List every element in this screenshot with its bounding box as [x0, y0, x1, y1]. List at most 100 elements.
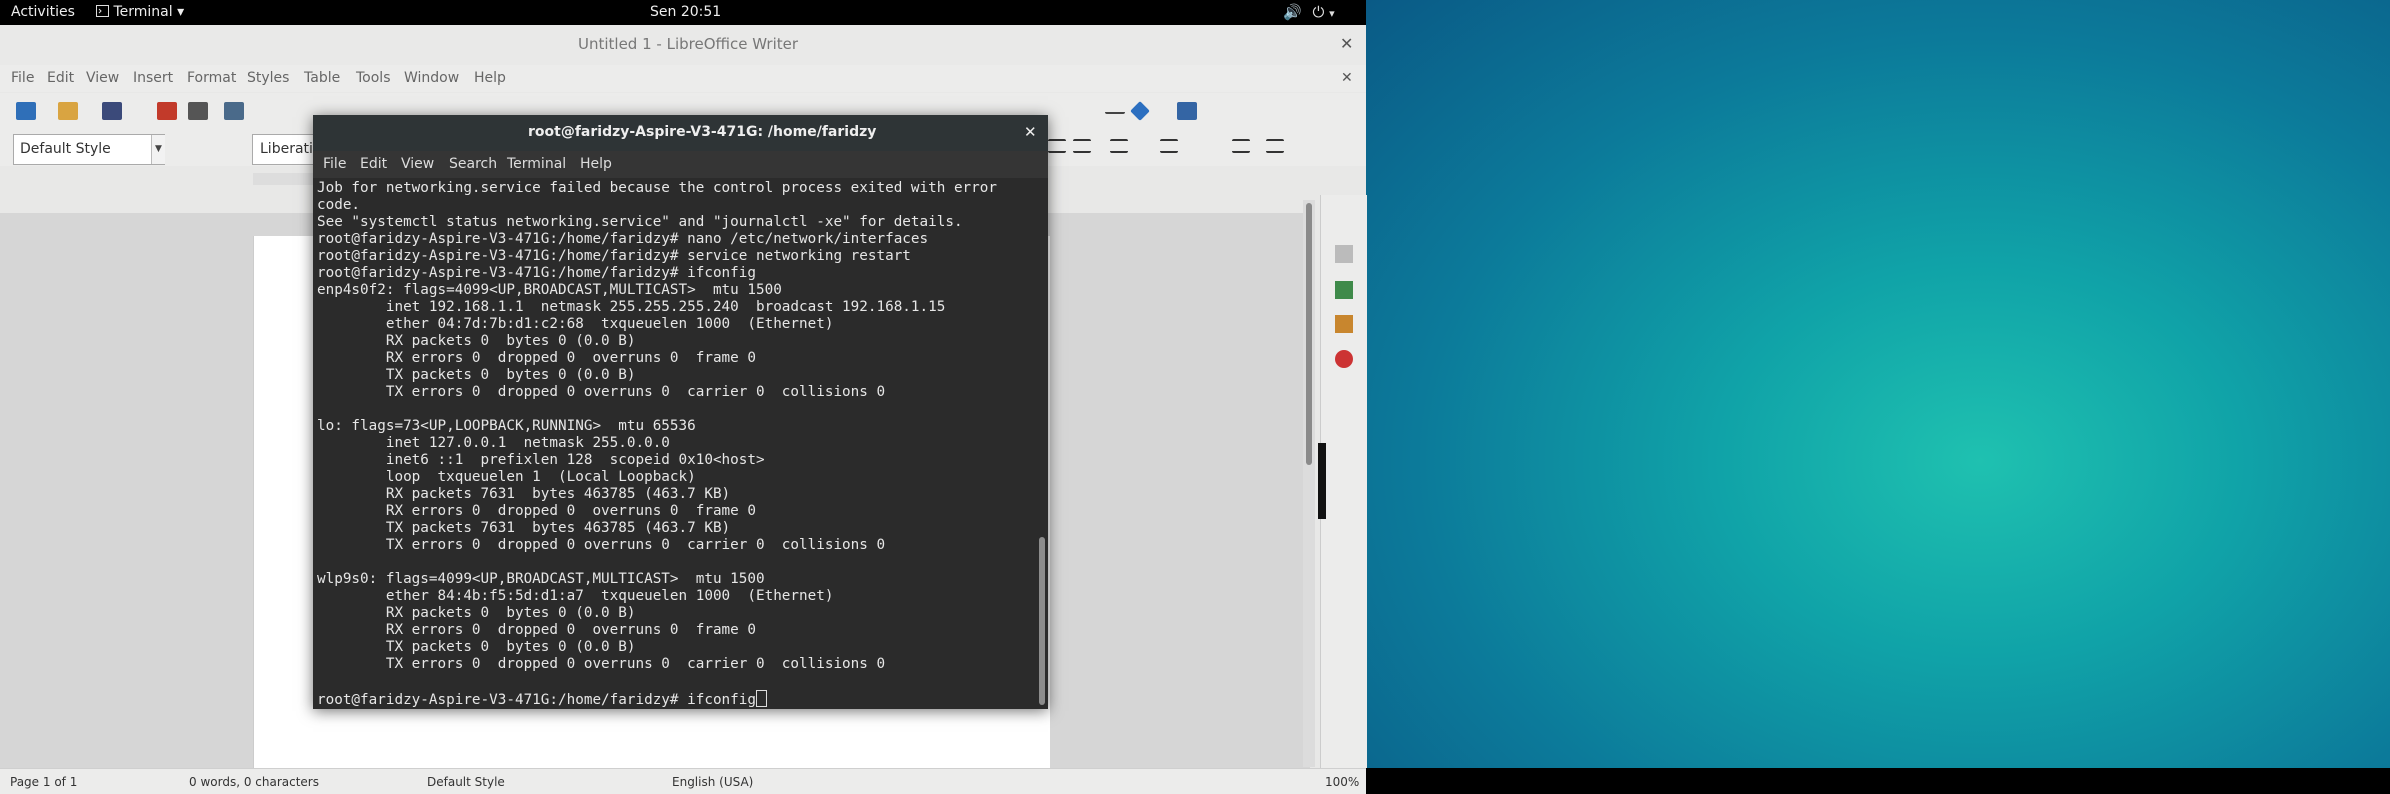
open-icon[interactable] — [58, 102, 78, 120]
font-name-box[interactable]: Liberatio — [252, 134, 321, 165]
paragraph-style-box[interactable]: Default Style ▼ — [13, 134, 165, 165]
print-preview-icon[interactable] — [224, 102, 244, 120]
close-document-icon[interactable]: ✕ — [1341, 70, 1353, 86]
document-scroll-thumb[interactable] — [1306, 203, 1312, 465]
clock[interactable]: Sen 20:51 — [650, 4, 721, 20]
status-bar: Page 1 of 1 0 words, 0 characters Defaul… — [0, 768, 1366, 794]
app-menu[interactable]: Terminal ▾ — [96, 4, 184, 20]
terminal-line: TX errors 0 dropped 0 overruns 0 carrier… — [317, 384, 886, 400]
writer-title: Untitled 1 - LibreOffice Writer — [578, 35, 799, 53]
menu-tools[interactable]: Tools — [356, 70, 391, 86]
terminal-menubar: File Edit View Search Terminal Help — [313, 151, 1048, 178]
terminal-menu-terminal[interactable]: Terminal — [507, 156, 566, 172]
terminal-line: Job for networking.service failed becaus… — [317, 180, 997, 196]
terminal-line: See "systemctl status networking.service… — [317, 214, 963, 230]
list-icon[interactable] — [1110, 139, 1128, 153]
terminal-prompt: root@faridzy-Aspire-V3-471G:/home/faridz… — [317, 692, 688, 707]
terminal-line: inet 192.168.1.1 netmask 255.255.255.240… — [317, 299, 946, 315]
status-page[interactable]: Page 1 of 1 — [10, 775, 77, 789]
close-icon[interactable]: ✕ — [1024, 123, 1037, 141]
export-pdf-icon[interactable] — [157, 102, 177, 120]
menu-window[interactable]: Window — [404, 70, 459, 86]
status-words[interactable]: 0 words, 0 characters — [189, 775, 319, 789]
terminal-text: Job for networking.service failed becaus… — [315, 178, 1035, 707]
terminal-line: RX errors 0 dropped 0 overruns 0 frame 0 — [317, 622, 756, 638]
save-icon[interactable] — [102, 102, 122, 120]
terminal-window: root@faridzy-Aspire-V3-471G: /home/farid… — [313, 115, 1048, 709]
terminal-titlebar[interactable]: root@faridzy-Aspire-V3-471G: /home/farid… — [313, 115, 1048, 151]
volume-icon[interactable]: 🔊 — [1283, 3, 1302, 21]
terminal-line: inet6 ::1 prefixlen 128 scopeid 0x10<hos… — [317, 452, 765, 468]
terminal-line: ether 04:7d:7b:d1:c2:68 txqueuelen 1000 … — [317, 316, 834, 332]
power-icon[interactable]: ⏻ — [1312, 3, 1324, 21]
menu-edit[interactable]: Edit — [47, 70, 74, 86]
status-language[interactable]: English (USA) — [672, 775, 753, 789]
terminal-line: TX errors 0 dropped 0 overruns 0 carrier… — [317, 537, 886, 553]
decrease-indent-icon[interactable] — [1266, 139, 1284, 153]
menu-file[interactable]: File — [11, 70, 34, 86]
chevron-down-icon[interactable]: ▼ — [151, 135, 165, 164]
terminal-line: TX packets 0 bytes 0 (0.0 B) — [317, 639, 636, 655]
writer-titlebar: Untitled 1 - LibreOffice Writer ✕ — [0, 25, 1366, 65]
writer-menubar: File Edit View Insert Format Styles Tabl… — [0, 65, 1366, 92]
basic-shapes-icon[interactable] — [1177, 102, 1197, 120]
line-icon[interactable] — [1105, 110, 1125, 114]
properties-icon[interactable] — [1335, 245, 1353, 263]
menu-insert[interactable]: Insert — [133, 70, 173, 86]
writer-sidebar — [1320, 195, 1367, 768]
terminal-line: ether 84:4b:f5:5d:d1:a7 txqueuelen 1000 … — [317, 588, 834, 604]
system-tray[interactable]: 🔊 ⏻ ▾ — [1283, 3, 1335, 21]
terminal-menu-search[interactable]: Search — [449, 156, 497, 172]
terminal-menu-view[interactable]: View — [401, 156, 434, 172]
menu-view[interactable]: View — [86, 70, 119, 86]
menu-format[interactable]: Format — [187, 70, 236, 86]
terminal-menu-help[interactable]: Help — [580, 156, 612, 172]
terminal-scroll-thumb[interactable] — [1039, 537, 1045, 705]
justify-icon[interactable] — [1048, 139, 1066, 153]
terminal-menu-edit[interactable]: Edit — [360, 156, 387, 172]
gallery-icon[interactable] — [1335, 315, 1353, 333]
terminal-line: wlp9s0: flags=4099<UP,BROADCAST,MULTICAS… — [317, 571, 765, 587]
terminal-output[interactable]: Job for networking.service failed becaus… — [315, 178, 1035, 707]
terminal-line: TX packets 0 bytes 0 (0.0 B) — [317, 367, 636, 383]
activities-button[interactable]: Activities — [11, 4, 75, 20]
desktop-background — [1366, 0, 2390, 768]
paragraph-style-value: Default Style — [20, 141, 111, 157]
terminal-line: inet 127.0.0.1 netmask 255.0.0.0 — [317, 435, 670, 451]
terminal-line: RX packets 0 bytes 0 (0.0 B) — [317, 605, 636, 621]
status-zoom[interactable]: 100% — [1325, 775, 1359, 789]
indent-icon[interactable] — [1160, 139, 1178, 153]
status-style[interactable]: Default Style — [427, 775, 505, 789]
terminal-prompt-line[interactable]: root@faridzy-Aspire-V3-471G:/home/faridz… — [317, 690, 1035, 707]
shapes-icon[interactable] — [1130, 101, 1150, 121]
terminal-line: enp4s0f2: flags=4099<UP,BROADCAST,MULTIC… — [317, 282, 782, 298]
terminal-line: TX packets 7631 bytes 463785 (463.7 KB) — [317, 520, 731, 536]
ruler — [253, 173, 313, 185]
chevron-down-icon[interactable]: ▾ — [1329, 7, 1335, 20]
align-justify-icon[interactable] — [1073, 139, 1091, 153]
terminal-line: root@faridzy-Aspire-V3-471G:/home/faridz… — [317, 248, 911, 264]
text-cursor — [756, 690, 767, 707]
terminal-line: root@faridzy-Aspire-V3-471G:/home/faridz… — [317, 231, 929, 247]
terminal-menu-file[interactable]: File — [323, 156, 346, 172]
terminal-line: loop txqueuelen 1 (Local Loopback) — [317, 469, 696, 485]
top-bar: Activities Terminal ▾ Sen 20:51 🔊 ⏻ ▾ — [0, 0, 1366, 25]
print-icon[interactable] — [188, 102, 208, 120]
terminal-input[interactable]: ifconfig — [687, 692, 756, 707]
menu-help[interactable]: Help — [474, 70, 506, 86]
new-document-icon[interactable] — [16, 102, 36, 120]
navigator-icon[interactable] — [1335, 350, 1353, 368]
styles-icon[interactable] — [1335, 281, 1353, 299]
app-menu-label: Terminal ▾ — [113, 4, 185, 20]
terminal-app-icon — [96, 5, 109, 17]
increase-indent-icon[interactable] — [1232, 139, 1250, 153]
menu-styles[interactable]: Styles — [247, 70, 289, 86]
sidebar-collapse-handle[interactable] — [1318, 443, 1326, 519]
close-icon[interactable]: ✕ — [1340, 34, 1353, 53]
terminal-line: root@faridzy-Aspire-V3-471G:/home/faridz… — [317, 265, 756, 281]
terminal-line: RX packets 0 bytes 0 (0.0 B) — [317, 333, 636, 349]
menu-table[interactable]: Table — [304, 70, 340, 86]
terminal-line: lo: flags=73<UP,LOOPBACK,RUNNING> mtu 65… — [317, 418, 696, 434]
